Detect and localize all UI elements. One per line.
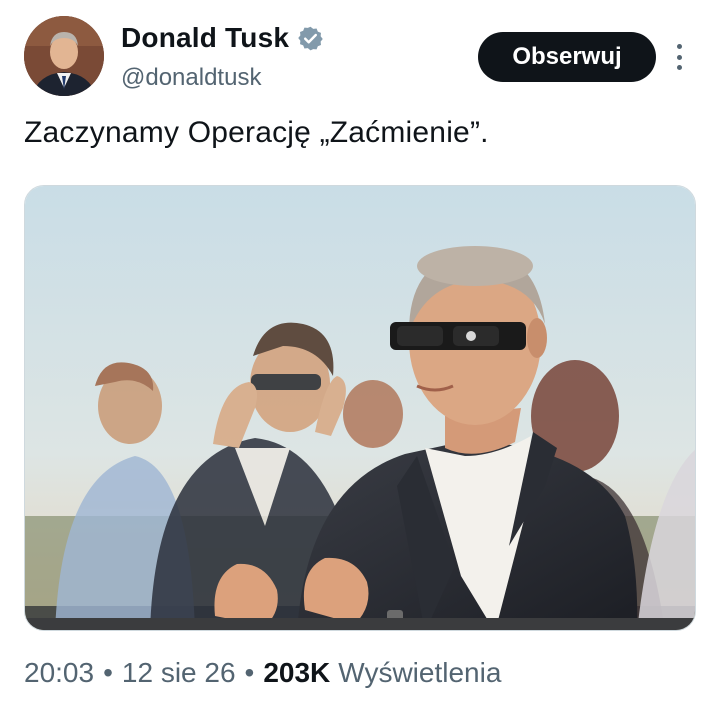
views-count[interactable]: 203K <box>263 657 330 689</box>
more-dot <box>676 65 682 70</box>
post-time[interactable]: 20:03 <box>24 657 94 689</box>
display-name[interactable]: Donald Tusk <box>121 22 289 54</box>
verified-badge-icon <box>297 25 324 52</box>
avatar-photo <box>24 16 104 96</box>
separator-dot: • <box>103 657 113 688</box>
post-image[interactable] <box>24 185 696 631</box>
eclipse-photo <box>25 186 695 630</box>
more-vertical-icon[interactable] <box>668 40 690 74</box>
more-dot <box>676 44 682 49</box>
follow-button[interactable]: Obserwuj <box>478 32 656 82</box>
separator-dot: • <box>244 657 255 688</box>
tweet-card: Donald Tusk @donaldtusk Obserwuj Zaczyna… <box>0 0 720 716</box>
post-date[interactable]: 12 sie 26 <box>122 657 236 689</box>
views-label[interactable]: Wyświetlenia <box>338 657 501 689</box>
post-text: Zaczynamy Operację „Zaćmienie”. <box>24 116 489 149</box>
avatar[interactable] <box>24 16 104 96</box>
author-name-row[interactable]: Donald Tusk <box>121 22 324 54</box>
post-meta: 20:03 • 12 sie 26 • 203K Wyświetlenia <box>24 657 501 689</box>
author-handle[interactable]: @donaldtusk <box>121 64 261 92</box>
more-dot <box>676 54 682 60</box>
